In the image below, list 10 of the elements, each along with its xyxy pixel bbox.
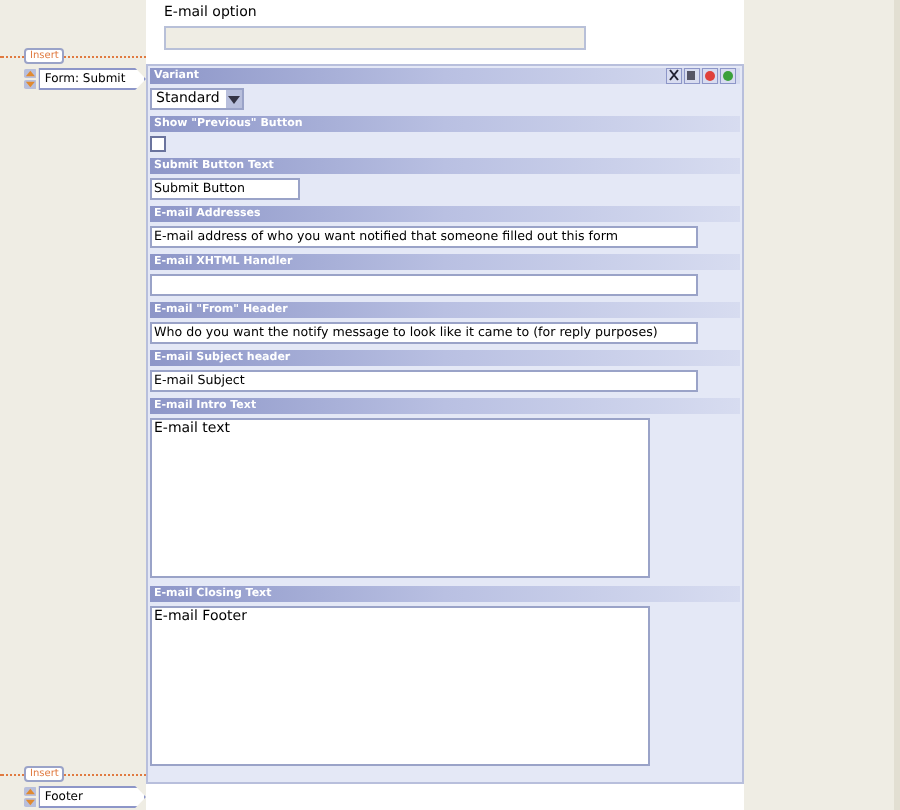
checkbox[interactable] [150,136,166,152]
cut-icon[interactable] [666,68,682,84]
option-field[interactable] [164,26,586,50]
move-arrows-icon[interactable] [24,786,37,808]
dropdown-arrow-icon [226,90,242,108]
move-arrows-icon[interactable] [24,68,37,90]
add-icon[interactable] [720,68,736,84]
delete-icon[interactable] [702,68,718,84]
text-field[interactable] [150,274,698,296]
copy-icon[interactable] [684,68,700,84]
